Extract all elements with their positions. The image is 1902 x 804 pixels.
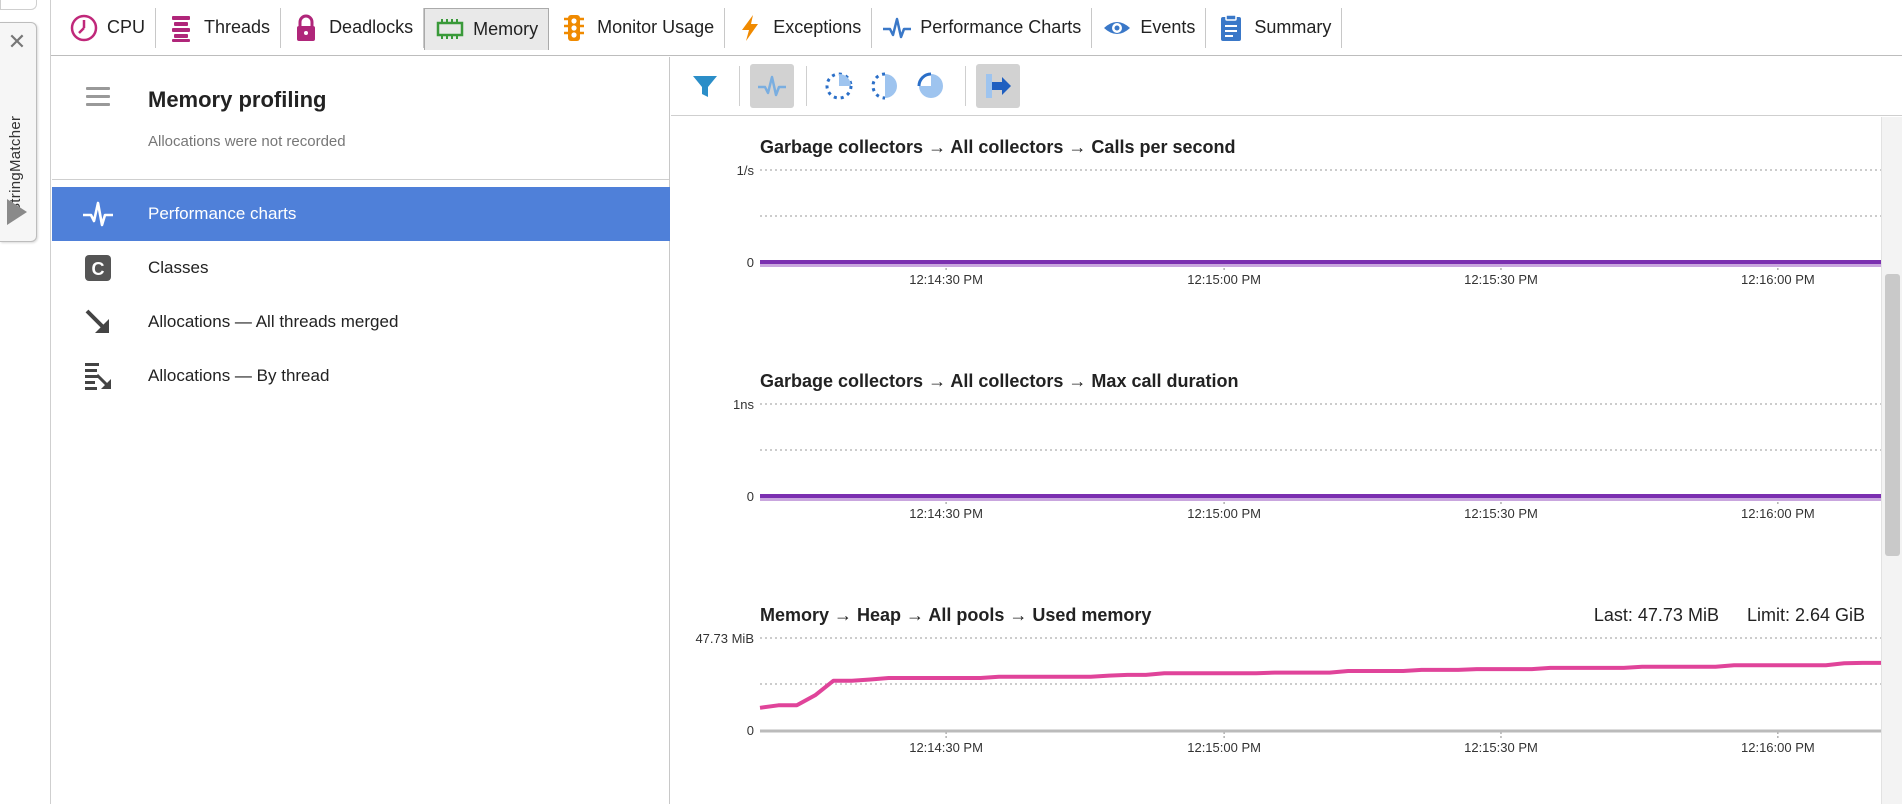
eye-icon: [1102, 13, 1132, 43]
nav-item-allocations-merged[interactable]: Allocations — All threads merged: [52, 295, 670, 349]
charts-area: Garbage collectors → All collectors → Ca…: [671, 117, 1881, 804]
pie-quarter-button[interactable]: [817, 64, 861, 108]
chart-plot: 1ns 0 12:14:30 PM 12:15:00 PM 12:15:30 PM 12:…: [733, 397, 1881, 521]
chart-heap-used-memory: Memory → Heap → All pools → Used memory …: [671, 585, 1881, 795]
y-axis-top-label: 1/s: [737, 163, 755, 178]
menu-icon[interactable]: [86, 87, 110, 107]
nav-item-classes[interactable]: C Classes: [52, 241, 670, 295]
nav-item-label: Allocations — By thread: [148, 366, 330, 385]
x-tick-label: 12:15:00 PM: [1187, 272, 1261, 287]
tab-label: Events: [1140, 17, 1196, 37]
vertical-scrollbar[interactable]: [1881, 117, 1902, 804]
chart-plot: 1/s 0 12:14:30 PM 12:15:00 PM 12:15:30 PM 12:…: [737, 163, 1881, 287]
memory-views-list: Performance charts C Classes Allocations…: [52, 187, 670, 403]
charts-panel: Garbage collectors → All collectors → Ca…: [671, 57, 1902, 804]
nav-item-label: Performance charts: [148, 204, 297, 223]
tab-cpu[interactable]: CPU: [59, 7, 157, 48]
x-tick-label: 12:15:00 PM: [1187, 740, 1261, 755]
export-button[interactable]: [976, 64, 1020, 108]
pie-half-icon: [871, 72, 897, 100]
y-axis-bottom-label: 0: [747, 489, 754, 504]
charts-toolbar: [671, 57, 1902, 116]
panel-subtitle: Allocations were not recorded: [148, 133, 346, 150]
tab-label: Deadlocks: [329, 17, 414, 37]
charts-toggle-button[interactable]: [750, 64, 794, 108]
x-tick-label: 12:14:30 PM: [909, 740, 983, 755]
tab-label: Summary: [1254, 17, 1332, 37]
x-tick-label: 12:16:00 PM: [1741, 272, 1815, 287]
tab-memory[interactable]: Memory: [424, 7, 550, 50]
pulse-icon: [882, 13, 912, 43]
tab-monitor-usage[interactable]: Monitor Usage: [549, 7, 726, 48]
x-tick-label: 12:15:30 PM: [1464, 506, 1538, 521]
pie-half-button[interactable]: [863, 64, 907, 108]
class-c-icon: C: [82, 253, 114, 283]
toolbar-separator: [806, 66, 807, 106]
x-tick-label: 12:14:30 PM: [909, 506, 983, 521]
traffic-light-icon: [559, 13, 589, 43]
tab-events[interactable]: Events: [1092, 7, 1207, 48]
pie-dashed-icon: [825, 72, 853, 100]
pie-three-quarter-icon: [917, 72, 943, 98]
clock-icon: [69, 13, 99, 43]
nav-item-label: Allocations — All threads merged: [148, 312, 399, 331]
tab-performance-charts[interactable]: Performance Charts: [872, 7, 1093, 48]
arrow-down-right-icon: [82, 307, 114, 337]
y-axis-top-label: 1ns: [733, 397, 754, 412]
play-icon[interactable]: [7, 199, 27, 225]
memory-nav-panel: Memory profiling Allocations were not re…: [52, 57, 670, 804]
pulse-icon: [758, 75, 786, 97]
view-tabs: CPU Threads Deadlocks Memory Monitor Usa…: [51, 0, 1902, 56]
tab-label: Monitor Usage: [597, 17, 715, 37]
toolbar-separator: [965, 66, 966, 106]
filter-button[interactable]: [683, 64, 727, 108]
scrollbar-thumb[interactable]: [1885, 274, 1900, 556]
tab-label: CPU: [107, 17, 146, 37]
tab-label: Exceptions: [773, 17, 862, 37]
runner-config-label: StringMatcher: [7, 115, 24, 213]
y-axis-bottom-label: 0: [747, 255, 754, 270]
threads-icon: [166, 13, 196, 43]
series-line: [759, 660, 1881, 710]
x-tick-label: 12:16:00 PM: [1741, 740, 1815, 755]
tab-label: Performance Charts: [920, 17, 1082, 37]
filter-icon: [693, 76, 717, 97]
runner-top-tab[interactable]: [0, 0, 37, 10]
pulse-icon: [82, 199, 114, 229]
clipboard-icon: [1216, 13, 1246, 43]
pie-full-button[interactable]: [909, 64, 953, 108]
runner-tab[interactable]: ✕ StringMatcher: [0, 22, 37, 242]
y-axis-bottom-label: 0: [747, 723, 754, 738]
nav-item-performance-charts[interactable]: Performance charts: [52, 187, 670, 241]
stack-arrow-icon: [82, 361, 114, 391]
chart-gc-max-call-duration: Garbage collectors → All collectors → Ma…: [671, 351, 1881, 561]
export-icon: [986, 74, 1011, 98]
memory-chip-icon: [435, 14, 465, 44]
x-tick-label: 12:15:30 PM: [1464, 740, 1538, 755]
lock-icon: [291, 13, 321, 43]
lightning-icon: [735, 13, 765, 43]
tab-label: Threads: [204, 17, 271, 37]
svg-text:C: C: [92, 259, 105, 279]
tab-threads[interactable]: Threads: [156, 7, 282, 48]
nav-item-label: Classes: [148, 258, 209, 277]
tab-summary[interactable]: Summary: [1206, 7, 1343, 48]
panel-title: Memory profiling: [148, 87, 327, 112]
nav-item-allocations-by-thread[interactable]: Allocations — By thread: [52, 349, 670, 403]
toolbar-separator: [739, 66, 740, 106]
close-icon[interactable]: ✕: [6, 31, 28, 53]
y-axis-top-label: 47.73 MiB: [695, 631, 754, 646]
chart-plot: 47.73 MiB 0 12:14:30 PM 12:15:00 PM 12:15:30…: [695, 631, 1881, 755]
tab-label: Memory: [473, 18, 539, 39]
x-tick-label: 12:16:00 PM: [1741, 506, 1815, 521]
tab-deadlocks[interactable]: Deadlocks: [281, 7, 425, 48]
tab-exceptions[interactable]: Exceptions: [725, 7, 873, 48]
x-tick-label: 12:14:30 PM: [909, 272, 983, 287]
x-tick-label: 12:15:00 PM: [1187, 506, 1261, 521]
divider: [52, 179, 669, 180]
runner-strip: ✕ StringMatcher: [0, 0, 51, 804]
x-tick-label: 12:15:30 PM: [1464, 272, 1538, 287]
chart-gc-calls-per-second: Garbage collectors → All collectors → Ca…: [671, 117, 1881, 327]
